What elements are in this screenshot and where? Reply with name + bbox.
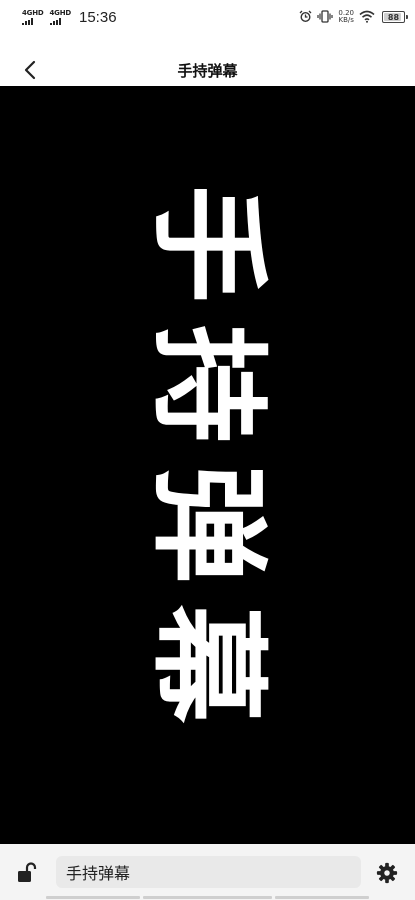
- danmaku-text: 手持弹幕: [138, 184, 277, 746]
- signal-bars-icon: [22, 17, 33, 25]
- unlock-icon: [18, 862, 37, 882]
- title-bar: 手持弹幕: [0, 54, 415, 86]
- clock-time: 15:36: [79, 8, 117, 26]
- network-indicator-2: 4GHD: [49, 8, 72, 25]
- bottom-bar: [0, 844, 415, 900]
- net-speed-unit: KB/s: [338, 16, 354, 24]
- network-label-2: 4GHD: [49, 8, 72, 17]
- battery-icon: 88: [382, 11, 408, 23]
- page-title: 手持弹幕: [177, 61, 238, 80]
- battery-level: 88: [387, 12, 400, 22]
- network-indicator-1: 4GHD: [22, 8, 44, 25]
- back-button[interactable]: [18, 58, 42, 82]
- settings-button[interactable]: [376, 862, 398, 884]
- lock-button[interactable]: [16, 862, 40, 884]
- signal-bars-icon: [49, 17, 61, 25]
- status-right: 0.20 KB/s 88: [299, 8, 408, 27]
- net-speed: 0.20 KB/s: [338, 10, 354, 24]
- status-bar: 4GHD 4GHD 15:36 0.20 KB/s 88: [0, 0, 415, 34]
- network-label-1: 4GHD: [22, 8, 44, 17]
- vibrate-icon: [317, 8, 334, 27]
- danmaku-text-input[interactable]: [56, 856, 361, 888]
- status-left: 4GHD 4GHD 15:36: [22, 9, 117, 26]
- alarm-icon: [299, 8, 312, 27]
- gear-icon: [376, 862, 398, 884]
- wifi-icon: [359, 8, 375, 27]
- danmaku-display[interactable]: 手持弹幕: [0, 86, 415, 844]
- bottom-tab-indicators: [46, 896, 369, 899]
- chevron-left-icon: [24, 60, 36, 80]
